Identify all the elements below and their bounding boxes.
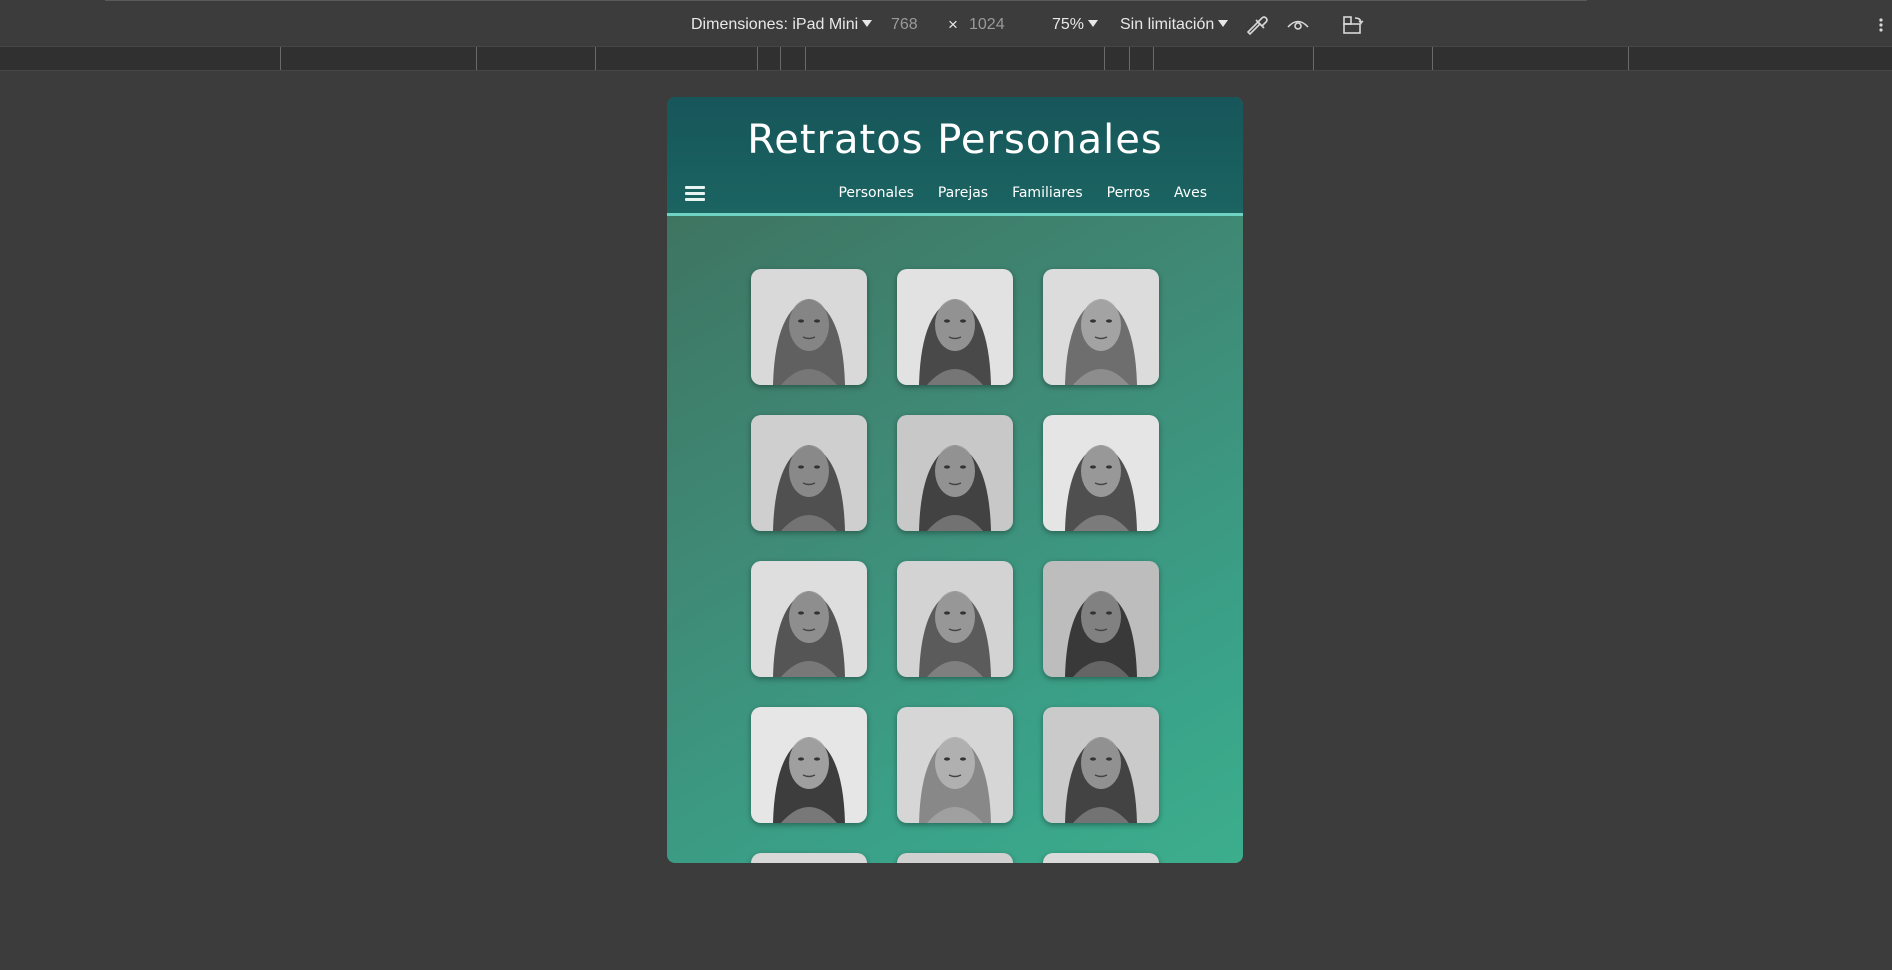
zoom-dropdown[interactable]: 75% <box>1052 15 1099 35</box>
dimensions-dropdown[interactable]: Dimensiones: iPad Mini <box>691 15 873 35</box>
dimensions-label: Dimensiones: iPad Mini <box>691 16 859 33</box>
site-header: Retratos Personales Personales Parejas F… <box>667 97 1243 216</box>
throttling-dropdown[interactable]: Sin limitación <box>1120 15 1229 35</box>
ruler-tick <box>1129 47 1130 70</box>
nav-link-familiares[interactable]: Familiares <box>1012 185 1083 201</box>
nav-link-perros[interactable]: Perros <box>1107 185 1150 201</box>
portrait-thumbnail[interactable] <box>897 415 1013 531</box>
nav-link-parejas[interactable]: Parejas <box>938 185 988 201</box>
throttling-label: Sin limitación <box>1120 16 1215 33</box>
portrait-thumbnail[interactable] <box>897 707 1013 823</box>
portrait-thumbnail[interactable] <box>1043 269 1159 385</box>
height-input[interactable]: 1024 <box>969 15 1005 35</box>
portrait-thumbnail[interactable] <box>897 269 1013 385</box>
portrait-drawing <box>897 269 1013 385</box>
device-toolbar: Dimensiones: iPad Mini 768 × 1024 75% Si… <box>0 1 1892 45</box>
ruler-tick <box>476 47 477 70</box>
portrait-drawing <box>751 707 867 823</box>
portrait-drawing <box>1043 707 1159 823</box>
portrait-thumbnail[interactable] <box>1043 561 1159 677</box>
ruler-tick <box>1432 47 1433 70</box>
times-sign: × <box>948 15 958 34</box>
portrait-drawing <box>751 269 867 385</box>
more-options-icon[interactable] <box>1876 13 1886 37</box>
portrait-drawing <box>897 853 1013 863</box>
eyedropper-icon[interactable] <box>1243 13 1269 37</box>
portrait-thumbnail[interactable] <box>1043 415 1159 531</box>
portrait-drawing <box>1043 561 1159 677</box>
ruler-tick <box>805 47 806 70</box>
portrait-thumbnail[interactable] <box>751 853 867 863</box>
nav-link-personales[interactable]: Personales <box>838 185 913 201</box>
ruler-tick <box>757 47 758 70</box>
portrait-drawing <box>751 415 867 531</box>
ruler-tick <box>595 47 596 70</box>
ruler-tick <box>1104 47 1105 70</box>
eye-icon[interactable] <box>1285 13 1311 37</box>
portrait-thumbnail[interactable] <box>897 853 1013 863</box>
portrait-gallery <box>751 269 1161 863</box>
rotate-device-icon[interactable] <box>1340 13 1366 37</box>
portrait-drawing <box>1043 415 1159 531</box>
portrait-drawing <box>897 561 1013 677</box>
throttling-caret-icon <box>1218 20 1229 27</box>
site-nav: Personales Parejas Familiares Perros Ave… <box>838 185 1207 201</box>
portrait-thumbnail[interactable] <box>751 415 867 531</box>
site-title: Retratos Personales <box>747 117 1163 163</box>
media-query-ruler[interactable] <box>0 46 1892 71</box>
dimensions-caret-icon <box>862 20 873 27</box>
hamburger-menu-icon[interactable] <box>685 186 705 202</box>
portrait-drawing <box>751 853 867 863</box>
ruler-tick <box>280 47 281 70</box>
portrait-drawing <box>897 707 1013 823</box>
zoom-caret-icon <box>1088 20 1099 27</box>
portrait-thumbnail[interactable] <box>751 561 867 677</box>
ruler-tick <box>1628 47 1629 70</box>
portrait-thumbnail[interactable] <box>1043 707 1159 823</box>
width-input[interactable]: 768 <box>891 15 918 35</box>
ruler-tick <box>1313 47 1314 70</box>
portrait-drawing <box>1043 269 1159 385</box>
device-viewport: Retratos Personales Personales Parejas F… <box>667 97 1243 863</box>
portrait-thumbnail[interactable] <box>751 269 867 385</box>
ruler-tick <box>1153 47 1154 70</box>
ruler-tick <box>780 47 781 70</box>
portrait-thumbnail[interactable] <box>1043 853 1159 863</box>
portrait-thumbnail[interactable] <box>751 707 867 823</box>
portrait-drawing <box>751 561 867 677</box>
nav-link-aves[interactable]: Aves <box>1174 185 1207 201</box>
portrait-drawing <box>897 415 1013 531</box>
portrait-drawing <box>1043 853 1159 863</box>
zoom-label: 75% <box>1052 16 1085 33</box>
portrait-thumbnail[interactable] <box>897 561 1013 677</box>
